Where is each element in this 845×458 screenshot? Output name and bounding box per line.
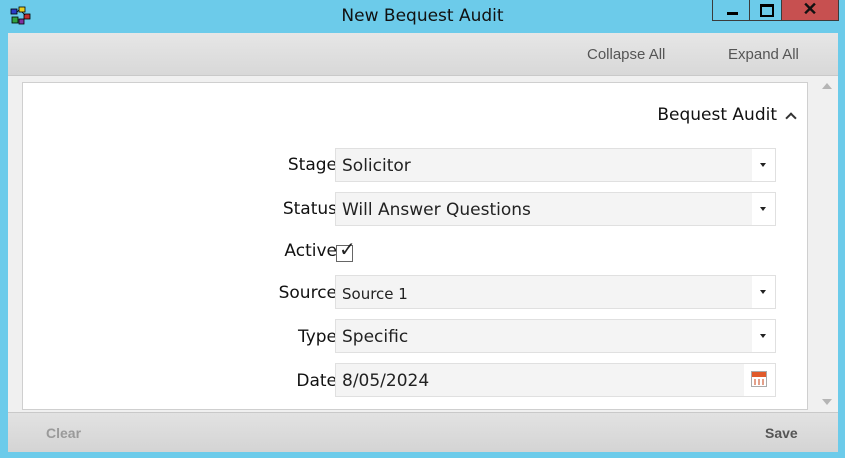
type-dropdown[interactable]: Specific: [335, 319, 776, 353]
maximize-button[interactable]: [749, 0, 782, 21]
status-value: Will Answer Questions: [342, 200, 531, 220]
dropdown-arrow-icon: [760, 207, 766, 211]
status-dropdown-button[interactable]: [752, 193, 775, 225]
source-dropdown-button[interactable]: [752, 276, 775, 308]
minimize-button[interactable]: [712, 0, 750, 21]
source-dropdown[interactable]: Source 1: [335, 275, 776, 309]
active-checkbox[interactable]: ✓: [336, 240, 356, 262]
expand-all-button[interactable]: Expand All: [728, 46, 799, 63]
type-label: Type: [297, 327, 337, 347]
calendar-icon: [751, 371, 767, 387]
source-label: Source: [278, 283, 337, 303]
stage-dropdown[interactable]: Solicitor: [335, 148, 776, 182]
stage-label: Stage: [287, 155, 337, 175]
status-label: Status: [282, 199, 337, 219]
calendar-button[interactable]: [744, 364, 775, 396]
status-dropdown[interactable]: Will Answer Questions: [335, 192, 776, 226]
save-button[interactable]: Save: [765, 425, 798, 441]
active-label: Active: [284, 241, 337, 261]
chevron-up-icon[interactable]: [785, 111, 797, 124]
section-header[interactable]: Bequest Audit: [657, 105, 797, 125]
dropdown-arrow-icon: [760, 163, 766, 167]
stage-value: Solicitor: [342, 156, 411, 176]
stage-dropdown-button[interactable]: [752, 149, 775, 181]
title-bar: New Bequest Audit ✕: [0, 0, 845, 33]
footer-bar: Clear Save: [8, 412, 838, 452]
checkmark-icon: ✓: [339, 239, 356, 261]
scroll-down-icon[interactable]: [822, 399, 832, 405]
clear-button[interactable]: Clear: [46, 425, 81, 441]
content-area: Bequest Audit Stage Solicitor Status Wil…: [8, 76, 838, 412]
source-value: Source 1: [342, 285, 408, 303]
type-dropdown-button[interactable]: [752, 320, 775, 352]
close-button[interactable]: ✕: [781, 0, 839, 21]
dropdown-arrow-icon: [760, 334, 766, 338]
scroll-up-icon[interactable]: [822, 83, 832, 89]
date-value[interactable]: 8/05/2024: [342, 371, 429, 391]
date-picker[interactable]: 8/05/2024: [335, 363, 776, 397]
type-value: Specific: [342, 327, 409, 347]
vertical-scrollbar[interactable]: [816, 76, 838, 412]
bequest-audit-panel: Bequest Audit Stage Solicitor Status Wil…: [22, 82, 808, 410]
collapse-all-button[interactable]: Collapse All: [587, 46, 665, 63]
window-body: Collapse All Expand All Bequest Audit St…: [8, 33, 838, 452]
section-title: Bequest Audit: [657, 105, 777, 125]
toolbar: Collapse All Expand All: [8, 33, 838, 76]
dropdown-arrow-icon: [760, 290, 766, 294]
date-label: Date: [296, 371, 337, 391]
close-icon: ✕: [802, 0, 818, 19]
